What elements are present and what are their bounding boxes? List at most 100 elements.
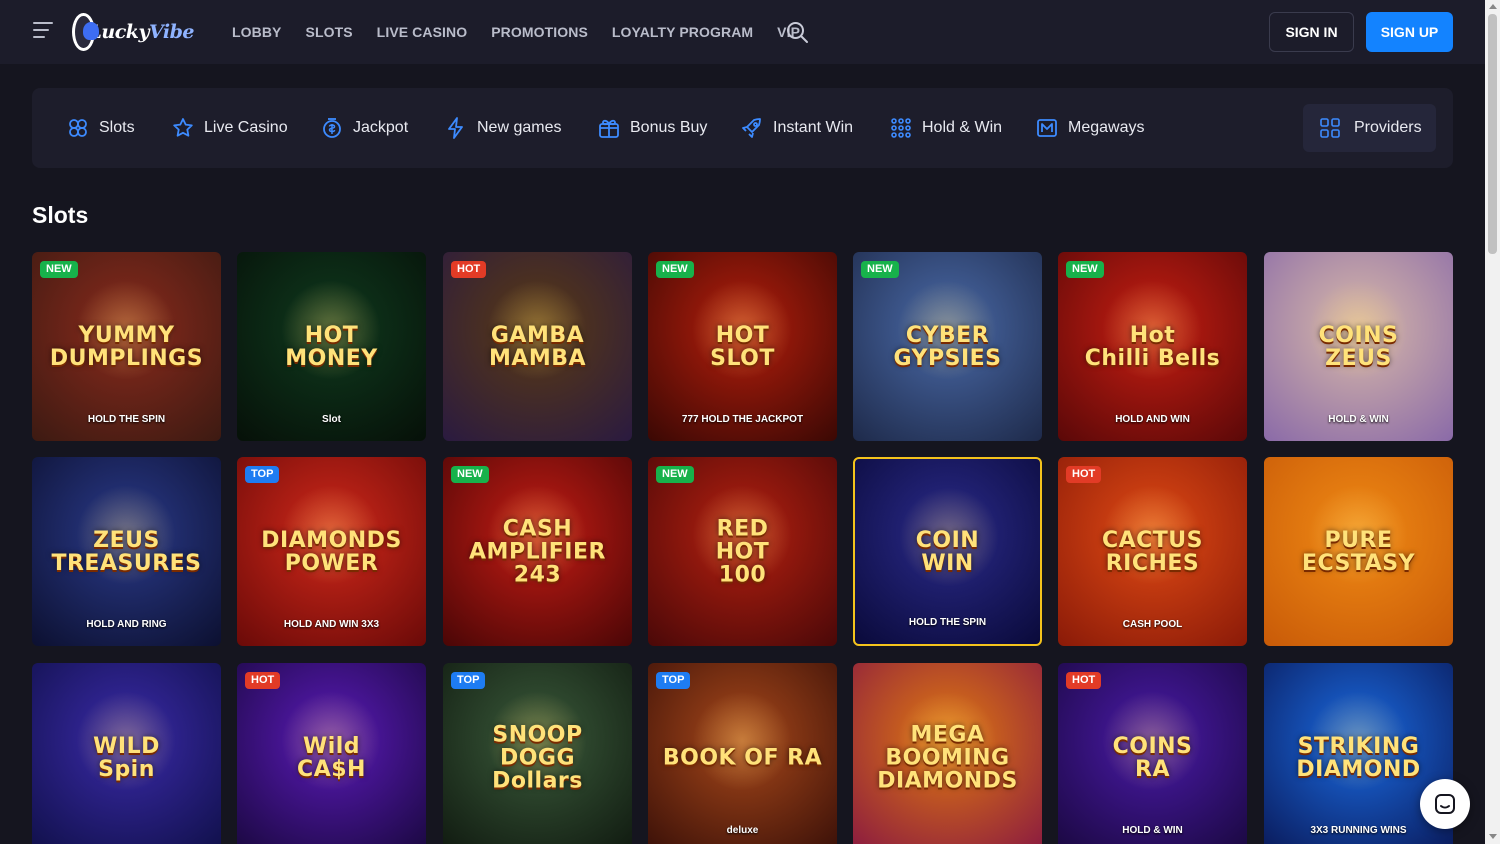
game-subtitle: HOLD AND WIN 3X3 — [283, 619, 380, 630]
game-card[interactable]: CACTUS RICHES CASH POOL HOT — [1058, 457, 1247, 646]
game-title: WILD Spin — [93, 733, 160, 782]
game-card[interactable]: COINS RA HOLD & WIN HOT — [1058, 663, 1247, 844]
category-live-casino[interactable]: Live Casino — [171, 88, 288, 168]
nav-live-casino[interactable]: LIVE CASINO — [377, 24, 468, 40]
game-badge: NEW — [451, 466, 489, 483]
game-card[interactable]: MEGA BOOMING DIAMONDS — [853, 663, 1042, 844]
slots-icon — [69, 119, 87, 137]
game-badge: NEW — [1066, 261, 1104, 278]
game-card[interactable]: WILD Spin — [32, 663, 221, 844]
game-card[interactable]: HOT MONEY Slot — [237, 252, 426, 441]
providers-button[interactable]: Providers — [1303, 104, 1436, 152]
game-card[interactable]: CASH AMPLIFIER 243 NEW — [443, 457, 632, 646]
game-card[interactable]: SNOOP DOGG Dollars TOP — [443, 663, 632, 844]
game-title: Hot Chilli Bells — [1084, 322, 1221, 371]
game-card[interactable]: RED HOT 100 NEW — [648, 457, 837, 646]
sign-in-button[interactable]: SIGN IN — [1269, 12, 1354, 52]
game-title: PURE ECSTASY — [1301, 527, 1416, 576]
game-subtitle: HOLD AND RING — [86, 619, 167, 630]
game-title: COINS RA — [1112, 733, 1193, 782]
rocket-icon — [742, 118, 761, 138]
site-logo[interactable]: LuckyVibe — [72, 12, 195, 52]
game-title: ZEUS TREASURES — [51, 527, 202, 576]
category-label: Instant Win — [773, 119, 854, 136]
nav-lobby[interactable]: LOBBY — [232, 24, 282, 40]
game-card[interactable]: ZEUS TREASURES HOLD AND RING — [32, 457, 221, 646]
category-bar: Slots Live Casino Jackpot New games Bonu… — [32, 88, 1453, 168]
game-subtitle: HOLD AND WIN — [1115, 414, 1190, 425]
category-instant-win[interactable]: Instant Win — [740, 88, 853, 168]
category-label: Megaways — [1068, 119, 1145, 136]
category-slots[interactable]: Slots — [66, 88, 135, 168]
game-title: BOOK OF RA — [662, 744, 823, 770]
game-title: SNOOP DOGG Dollars — [492, 721, 583, 794]
game-card[interactable]: Hot Chilli Bells HOLD AND WIN NEW — [1058, 252, 1247, 441]
nav-slots[interactable]: SLOTS — [306, 24, 353, 40]
game-card[interactable]: COINS ZEUS HOLD & WIN — [1264, 252, 1453, 441]
jackpot-coin-icon — [323, 118, 341, 138]
nav-promotions[interactable]: PROMOTIONS — [491, 24, 588, 40]
category-bonus-buy[interactable]: Bonus Buy — [597, 88, 707, 168]
providers-label: Providers — [1354, 119, 1422, 136]
chat-support-button[interactable] — [1420, 779, 1470, 829]
scrollbar-thumb[interactable] — [1488, 14, 1497, 254]
game-subtitle: Slot — [322, 414, 341, 425]
game-title: MEGA BOOMING DIAMONDS — [877, 721, 1018, 794]
chat-icon — [1435, 794, 1455, 814]
category-label: Jackpot — [353, 119, 409, 136]
game-title: HOT SLOT — [710, 322, 775, 371]
top-navigation-bar: LuckyVibe LOBBY SLOTS LIVE CASINO PROMOT… — [0, 0, 1485, 64]
star-icon — [173, 118, 193, 137]
game-subtitle: 3X3 RUNNING WINS — [1310, 825, 1407, 836]
game-card[interactable]: COIN WIN HOLD THE SPIN — [853, 457, 1042, 646]
game-badge: NEW — [656, 466, 694, 483]
scroll-down-arrow-icon[interactable] — [1489, 834, 1497, 839]
nav-loyalty-program[interactable]: LOYALTY PROGRAM — [612, 24, 753, 40]
sign-up-button[interactable]: SIGN UP — [1366, 12, 1453, 52]
game-title: COINS ZEUS — [1318, 322, 1399, 371]
game-card[interactable]: BOOK OF RA deluxe TOP — [648, 663, 837, 844]
game-subtitle: HOLD & WIN — [1122, 825, 1183, 836]
game-card[interactable]: PURE ECSTASY — [1264, 457, 1453, 646]
game-card[interactable]: YUMMY DUMPLINGS HOLD THE SPIN NEW — [32, 252, 221, 441]
game-badge: NEW — [861, 261, 899, 278]
game-subtitle: deluxe — [726, 825, 759, 836]
scroll-up-arrow-icon[interactable] — [1489, 4, 1497, 9]
game-subtitle: 777 HOLD THE JACKPOT — [681, 414, 804, 425]
game-card[interactable]: DIAMONDS POWER HOLD AND WIN 3X3 TOP — [237, 457, 426, 646]
game-badge: TOP — [451, 672, 486, 689]
game-card[interactable]: CYBER GYPSIES NEW — [853, 252, 1042, 441]
category-jackpot[interactable]: Jackpot — [320, 88, 408, 168]
category-label: New games — [477, 119, 562, 136]
game-card[interactable]: HOT SLOT 777 HOLD THE JACKPOT NEW — [648, 252, 837, 441]
category-label: Live Casino — [204, 119, 288, 136]
category-label: Bonus Buy — [630, 119, 708, 136]
category-new-games[interactable]: New games — [444, 88, 561, 168]
game-title: RED HOT 100 — [715, 515, 770, 588]
category-megaways[interactable]: Megaways — [1035, 88, 1144, 168]
menu-icon[interactable] — [33, 22, 55, 42]
game-title: CACTUS RICHES — [1101, 527, 1204, 576]
game-title: COIN WIN — [915, 527, 980, 576]
lightning-icon — [448, 117, 463, 139]
game-badge: NEW — [40, 261, 78, 278]
game-card[interactable]: GAMBA MAMBA HOT — [443, 252, 632, 441]
category-label: Slots — [99, 119, 135, 136]
game-badge: NEW — [656, 261, 694, 278]
megaways-icon — [1037, 119, 1057, 137]
game-subtitle: HOLD & WIN — [1328, 414, 1389, 425]
game-title: GAMBA MAMBA — [488, 322, 587, 371]
game-title: STRIKING DIAMOND — [1296, 733, 1421, 782]
logo-text: LuckyVibe — [88, 21, 195, 43]
game-badge: HOT — [1066, 466, 1102, 483]
grid-dots-icon — [891, 118, 911, 138]
providers-grid-icon — [1320, 118, 1340, 138]
game-title: YUMMY DUMPLINGS — [49, 322, 204, 371]
search-icon[interactable] — [785, 20, 809, 44]
page-scrollbar[interactable] — [1485, 0, 1500, 844]
game-badge: HOT — [451, 261, 487, 278]
game-title: Wild CA$H — [297, 733, 366, 782]
category-hold-and-win[interactable]: Hold & Win — [889, 88, 1002, 168]
game-badge: TOP — [656, 672, 691, 689]
game-card[interactable]: Wild CA$H HOT — [237, 663, 426, 844]
